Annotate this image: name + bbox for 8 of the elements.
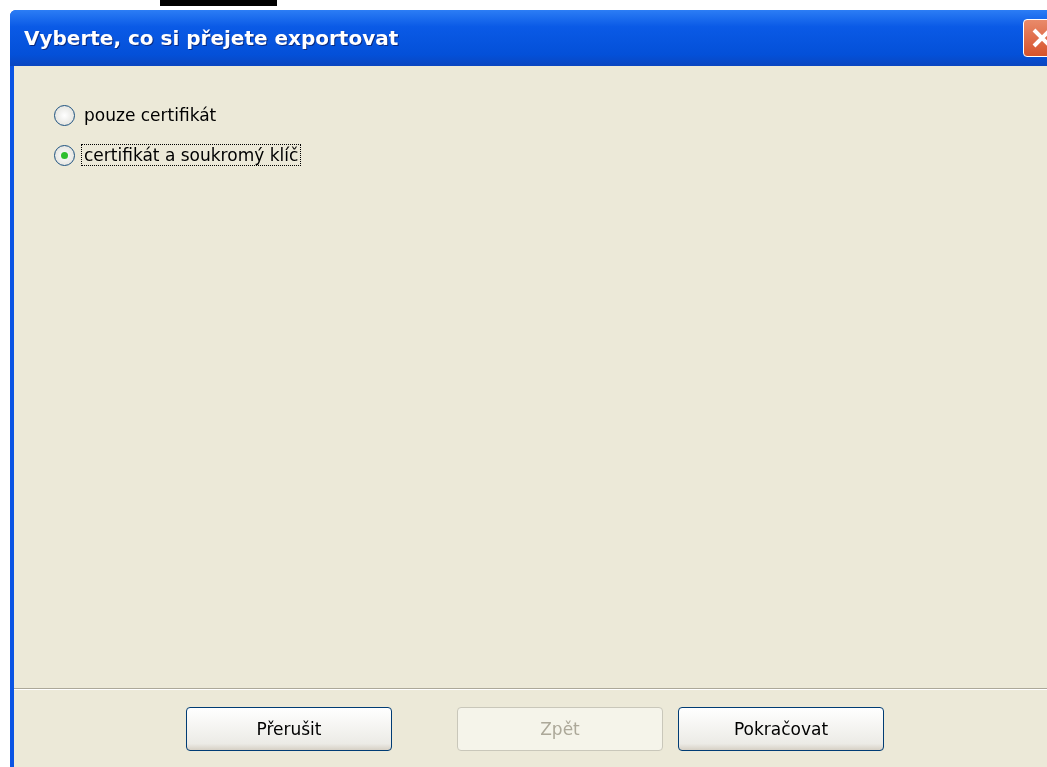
close-icon bbox=[1031, 27, 1047, 49]
radio-button[interactable] bbox=[54, 144, 75, 166]
dialog-button[interactable]: Pokračovat bbox=[678, 706, 884, 751]
option-label[interactable]: certifikát a soukromý klíč bbox=[81, 144, 302, 166]
option-label[interactable]: pouze certifikát bbox=[81, 104, 220, 126]
dialog-button[interactable]: Přerušit bbox=[186, 706, 392, 751]
window-title: Vyberte, co si přejete exportovat bbox=[24, 26, 399, 50]
radio-button[interactable] bbox=[54, 104, 75, 126]
